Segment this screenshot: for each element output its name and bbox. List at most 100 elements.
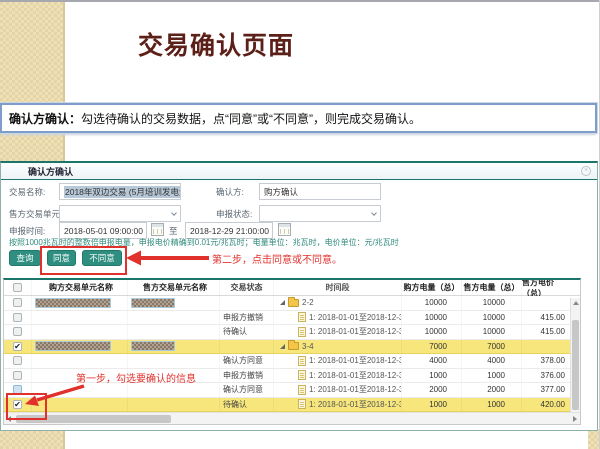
- table-row[interactable]: 2-2 1000010000: [4, 296, 570, 311]
- header-trade-status: 交易状态: [220, 280, 274, 296]
- sell-qty-value: 10000: [462, 311, 522, 325]
- select-all-checkbox[interactable]: [13, 283, 22, 292]
- sell-qty-value: 2000: [462, 383, 522, 397]
- page-title: 交易确认页面: [138, 26, 294, 62]
- calendar-icon[interactable]: [151, 223, 164, 236]
- buy-qty-value: 1000: [402, 398, 462, 412]
- period-label: 1: 2018-01-01至2018-12-31: [309, 370, 402, 381]
- trade-status: 申报方撤销: [220, 369, 274, 383]
- confirm-party-input[interactable]: 购方确认: [259, 183, 381, 200]
- row-checkbox[interactable]: ✔: [13, 342, 22, 351]
- row-checkbox[interactable]: [13, 298, 22, 307]
- panel-header: 确认方确认 ×: [1, 163, 597, 180]
- sell-qty-value: 10000: [462, 296, 522, 310]
- document-icon: [298, 312, 306, 322]
- sell-price-value: 378.00: [522, 354, 570, 368]
- vertical-scrollbar[interactable]: [570, 298, 580, 414]
- document-icon: [298, 356, 306, 366]
- step2-annotation: 第二步，点击同意或不同意。: [212, 251, 342, 266]
- trade-status: 待确认: [220, 398, 274, 412]
- step1-highlight-rect: [6, 393, 47, 420]
- trade-name-select[interactable]: 2018年双边交易 (5月培训发电企: [59, 183, 181, 200]
- period-label: 1: 2018-01-01至2018-12-31: [309, 355, 402, 366]
- chevron-down-icon: [171, 210, 177, 216]
- trade-status: 确认方同意: [220, 383, 274, 397]
- period-label: 1: 2018-01-01至2018-12-31: [309, 399, 402, 410]
- step2-highlight-rect: [40, 246, 127, 275]
- header-seller-unit: 售方交易单元名称: [128, 280, 220, 296]
- header-sell-price: 售方电价（总）: [522, 280, 570, 296]
- table-header-row: 购方交易单元名称 售方交易单元名称 交易状态 时间段 购方电量（总） 售方电量（…: [4, 280, 580, 296]
- period-group-label: 2-2: [302, 298, 314, 307]
- row-checkbox[interactable]: [13, 356, 22, 365]
- sell-qty-value: 1000: [462, 369, 522, 383]
- header-time-period: 时间段: [274, 280, 402, 296]
- period-group-label: 3-4: [302, 342, 314, 351]
- sell-qty-value: 10000: [462, 325, 522, 339]
- top-divider: [0, 0, 600, 2]
- table-row[interactable]: 确认方同意1: 2018-01-01至2018-12-3120002000377…: [4, 383, 570, 398]
- trade-status: 申报方撤销: [220, 311, 274, 325]
- buy-qty-value: 10000: [402, 325, 462, 339]
- sell-price-value: [522, 296, 570, 310]
- table-row[interactable]: 待确认1: 2018-01-01至2018-12-311000010000415…: [4, 325, 570, 340]
- time-to-value: 2018-12-29 21:00:00: [190, 226, 269, 236]
- confirm-party-value: 购方确认: [264, 186, 298, 198]
- document-icon: [298, 370, 306, 380]
- declare-status-select[interactable]: [259, 205, 381, 222]
- row-checkbox[interactable]: [13, 327, 22, 336]
- folder-icon: [288, 299, 299, 307]
- document-icon: [298, 385, 306, 395]
- expand-caret-icon[interactable]: [280, 300, 285, 305]
- table-row[interactable]: 确认方同意1: 2018-01-01至2018-12-3140004000378…: [4, 354, 570, 369]
- sell-qty-value: 1000: [462, 398, 522, 412]
- row-checkbox[interactable]: [13, 371, 22, 380]
- sell-price-value: 376.00: [522, 369, 570, 383]
- query-button[interactable]: 查询: [9, 250, 41, 266]
- seller-unit-label: 售方交易单元:: [9, 208, 62, 220]
- buy-qty-value: 4000: [402, 354, 462, 368]
- buy-qty-value: 10000: [402, 311, 462, 325]
- callout-body: 勾选待确认的交易数据，点“同意”或“不同意”，则完成交易确认。: [81, 112, 421, 126]
- close-icon[interactable]: ×: [581, 166, 591, 176]
- seller-unit-select[interactable]: [59, 205, 181, 222]
- trade-name-label: 交易名称:: [9, 186, 45, 198]
- declare-status-label: 申报状态:: [216, 208, 252, 220]
- calendar-icon[interactable]: [278, 223, 291, 236]
- time-from-value: 2018-05-01 09:00:00: [64, 226, 143, 236]
- table-row[interactable]: ✔3-470007000: [4, 340, 570, 355]
- row-checkbox[interactable]: [13, 313, 22, 322]
- buy-qty-value: 10000: [402, 296, 462, 310]
- sell-qty-value: 4000: [462, 354, 522, 368]
- trade-status: 确认方同意: [220, 354, 274, 368]
- sell-price-value: [522, 340, 570, 354]
- censored-seller-name: [131, 298, 175, 308]
- document-icon: [298, 399, 306, 409]
- horizontal-scrollbar[interactable]: [4, 412, 580, 424]
- bottom-right-decor: [588, 429, 600, 449]
- scroll-right-icon[interactable]: [573, 416, 577, 422]
- expand-caret-icon[interactable]: [280, 344, 285, 349]
- folder-icon: [288, 342, 299, 350]
- table-row[interactable]: 申报方撤销1: 2018-01-01至2018-12-3110000100004…: [4, 311, 570, 326]
- chevron-down-icon: [371, 210, 377, 216]
- table-row[interactable]: ✔待确认1: 2018-01-01至2018-12-3110001000420.…: [4, 398, 570, 413]
- time-to-separator: 至: [169, 225, 178, 237]
- sell-price-value: 415.00: [522, 325, 570, 339]
- panel-title: 确认方确认: [28, 165, 73, 178]
- trade-name-value: 2018年双边交易 (5月培训发电企: [64, 186, 181, 198]
- declare-time-label: 申报时间:: [9, 225, 45, 237]
- vertical-scroll-thumb[interactable]: [572, 320, 579, 410]
- buy-qty-value: 2000: [402, 383, 462, 397]
- censored-buyer-name: [35, 341, 111, 351]
- scroll-up-icon[interactable]: [573, 301, 579, 305]
- sell-price-value: 415.00: [522, 311, 570, 325]
- header-sell-qty: 售方电量（总）: [462, 280, 522, 296]
- trade-status: 待确认: [220, 325, 274, 339]
- trade-table: 购方交易单元名称 售方交易单元名称 交易状态 时间段 购方电量（总） 售方电量（…: [3, 278, 581, 425]
- header-buyer-unit: 购方交易单元名称: [32, 280, 128, 296]
- censored-buyer-name: [35, 298, 111, 308]
- sell-price-value: 420.00: [522, 398, 570, 412]
- header-scroll-spacer: [570, 280, 580, 296]
- step1-annotation: 第一步，勾选要确认的信息: [76, 370, 196, 385]
